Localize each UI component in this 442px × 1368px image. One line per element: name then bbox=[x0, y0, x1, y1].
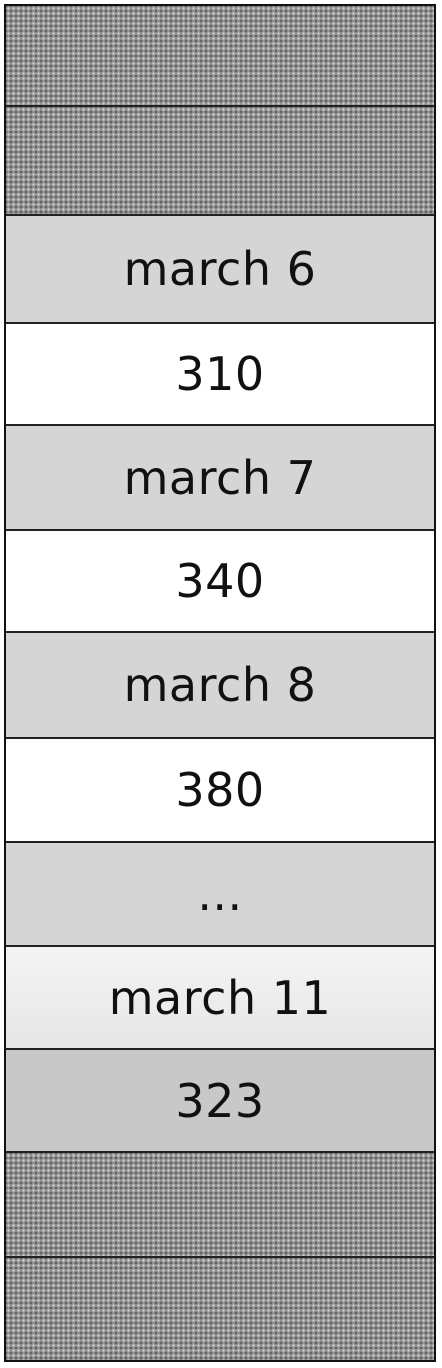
unused-cell bbox=[6, 1153, 434, 1258]
date-cell: march 6 bbox=[6, 216, 434, 324]
unused-cell bbox=[6, 107, 434, 216]
ellipsis-cell: ... bbox=[6, 843, 434, 947]
unused-cell bbox=[6, 6, 434, 107]
value-cell: 340 bbox=[6, 531, 434, 633]
value-cell: 323 bbox=[6, 1050, 434, 1153]
value-cell: 310 bbox=[6, 324, 434, 426]
date-cell: march 7 bbox=[6, 426, 434, 531]
memory-stack: march 6 310 march 7 340 march 8 380 ... … bbox=[4, 4, 436, 1362]
date-cell: march 8 bbox=[6, 633, 434, 739]
date-cell: march 11 bbox=[6, 947, 434, 1050]
value-cell: 380 bbox=[6, 739, 434, 843]
unused-cell bbox=[6, 1258, 434, 1360]
